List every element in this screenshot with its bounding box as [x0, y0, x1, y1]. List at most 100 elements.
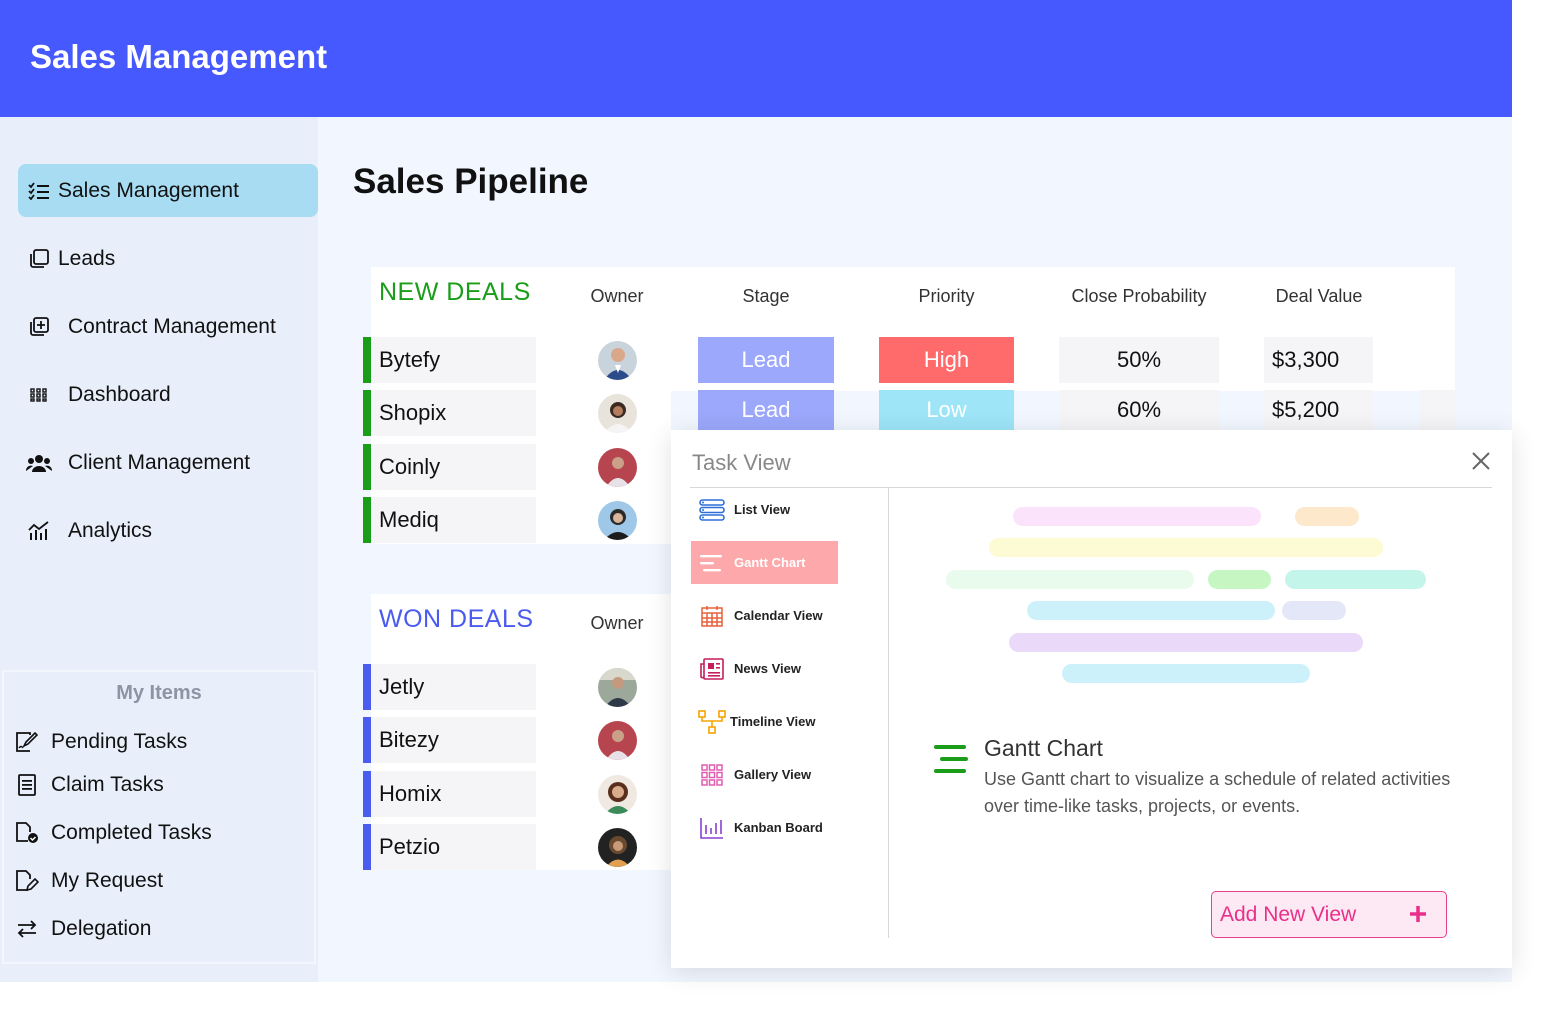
- deal-name: Shopix: [379, 400, 447, 425]
- view-option-label: News View: [734, 661, 801, 676]
- avatar: [598, 828, 637, 867]
- view-detail-description: Use Gantt chart to visualize a schedule …: [984, 769, 1451, 816]
- stage-badge[interactable]: Lead: [698, 337, 834, 383]
- close-icon[interactable]: [1470, 450, 1492, 472]
- gantt-preview-bar: [1282, 601, 1346, 620]
- view-option-label: Gantt Chart: [734, 555, 806, 570]
- deal-name: Petzio: [379, 834, 441, 859]
- sidebar-item-sales-management[interactable]: Sales Management: [18, 164, 318, 217]
- sidebar-item-label: Sales Management: [58, 178, 239, 202]
- col-priority: Priority: [918, 286, 975, 306]
- gantt-preview-bar: [1027, 601, 1275, 620]
- table-row[interactable]: Jetly: [363, 664, 536, 710]
- avatar: [598, 721, 637, 760]
- sidebar-item-client-management[interactable]: Client Management: [18, 436, 318, 489]
- deal-name: Bitezy: [379, 727, 439, 752]
- users-icon: [24, 453, 54, 473]
- analytics-icon: [24, 520, 54, 541]
- new-deals-title: NEW DEALS: [379, 278, 531, 306]
- deal-value-cell: $3,300: [1264, 337, 1373, 383]
- list-view-icon: [698, 498, 726, 521]
- deal-name: Coinly: [379, 454, 441, 479]
- priority-badge[interactable]: High: [879, 337, 1014, 383]
- col-stage: Stage: [742, 286, 790, 306]
- my-item-label: Pending Tasks: [51, 730, 188, 753]
- table-row[interactable]: Bitezy: [363, 717, 536, 763]
- stage-badge[interactable]: Lead: [698, 390, 834, 430]
- view-option-list[interactable]: List View: [691, 488, 838, 531]
- sidebar-item-dashboard[interactable]: Dashboard: [18, 368, 318, 421]
- gantt-preview-bar: [1009, 633, 1363, 652]
- gantt-icon: [932, 743, 970, 780]
- table-row[interactable]: Homix: [363, 771, 536, 817]
- gantt-preview-bar: [1295, 507, 1359, 526]
- view-option-label: Calendar View: [734, 608, 823, 623]
- swap-arrows-icon: [14, 919, 40, 939]
- deal-value-cell: $5,200: [1264, 390, 1373, 430]
- row-marker: [363, 390, 371, 436]
- sidebar-item-analytics[interactable]: Analytics: [18, 504, 318, 557]
- view-option-news[interactable]: News View: [691, 647, 838, 690]
- my-item-completed-tasks[interactable]: Completed Tasks: [14, 821, 212, 845]
- deal-name: Mediq: [379, 507, 439, 532]
- sidebar-item-contract-management[interactable]: Contract Management: [18, 300, 318, 353]
- avatar: [598, 501, 637, 540]
- table-row[interactable]: Shopix: [363, 390, 536, 436]
- view-option-kanban[interactable]: Kanban Board: [691, 806, 838, 849]
- view-option-timeline[interactable]: Timeline View: [691, 700, 838, 743]
- table-row[interactable]: Coinly: [363, 444, 536, 490]
- gantt-preview-bar: [1062, 664, 1310, 683]
- my-item-label: Claim Tasks: [51, 773, 164, 796]
- view-option-label: Gallery View: [734, 767, 812, 782]
- view-detail-title: Gantt Chart: [984, 735, 1103, 761]
- sidebar-item-label: Analytics: [68, 518, 153, 542]
- avatar: [598, 448, 637, 487]
- kanban-icon: [698, 817, 726, 839]
- row-marker: [363, 497, 371, 543]
- row-marker: [363, 717, 371, 763]
- gantt-preview-bar: [1285, 570, 1426, 589]
- gantt-preview-bar: [1013, 507, 1261, 526]
- view-option-label: Kanban Board: [734, 820, 823, 835]
- gallery-icon: [698, 763, 726, 786]
- avatar: [598, 341, 637, 380]
- deal-name: Homix: [379, 781, 442, 806]
- my-item-my-request[interactable]: My Request: [14, 869, 163, 893]
- checked-document-icon: [14, 822, 40, 844]
- sidebar-item-label: Dashboard: [68, 382, 171, 406]
- add-new-view-label: Add New View: [1220, 902, 1357, 926]
- view-option-label: Timeline View: [730, 714, 816, 729]
- add-new-view-button[interactable]: Add New View: [1211, 891, 1447, 938]
- my-item-delegation[interactable]: Delegation: [14, 917, 151, 941]
- table-row[interactable]: Petzio: [363, 824, 536, 870]
- my-item-label: Completed Tasks: [51, 821, 212, 844]
- my-item-claim-tasks[interactable]: Claim Tasks: [14, 773, 164, 797]
- col-owner: Owner: [590, 613, 644, 633]
- view-option-gantt[interactable]: Gantt Chart: [691, 541, 838, 584]
- row-marker: [363, 824, 371, 870]
- priority-badge[interactable]: Low: [879, 390, 1014, 430]
- gantt-preview-bar: [989, 538, 1383, 557]
- view-option-label: List View: [734, 502, 791, 517]
- col-deal-value: Deal Value: [1275, 286, 1363, 306]
- sidebar-item-label: Client Management: [68, 450, 251, 474]
- my-item-label: My Request: [51, 869, 164, 892]
- app-title: Sales Management: [30, 38, 328, 75]
- avatar: [598, 394, 637, 433]
- my-item-label: Delegation: [51, 917, 152, 940]
- app-header: Sales Management: [0, 0, 1512, 117]
- row-marker: [363, 771, 371, 817]
- won-deals-title: WON DEALS: [379, 605, 534, 633]
- grid-dots-icon: [24, 387, 54, 402]
- sidebar-item-leads[interactable]: Leads: [18, 232, 318, 285]
- calendar-icon: [698, 605, 726, 627]
- view-option-calendar[interactable]: Calendar View: [691, 594, 838, 637]
- my-items-heading: My Items: [116, 682, 202, 704]
- sidebar-item-label: Leads: [58, 246, 116, 270]
- table-row[interactable]: Mediq: [363, 497, 536, 543]
- checklist-icon: [24, 181, 54, 200]
- timeline-icon: [698, 709, 726, 734]
- table-row[interactable]: Bytefy: [363, 337, 536, 383]
- my-item-pending-tasks[interactable]: Pending Tasks: [14, 730, 187, 754]
- view-option-gallery[interactable]: Gallery View: [691, 753, 838, 796]
